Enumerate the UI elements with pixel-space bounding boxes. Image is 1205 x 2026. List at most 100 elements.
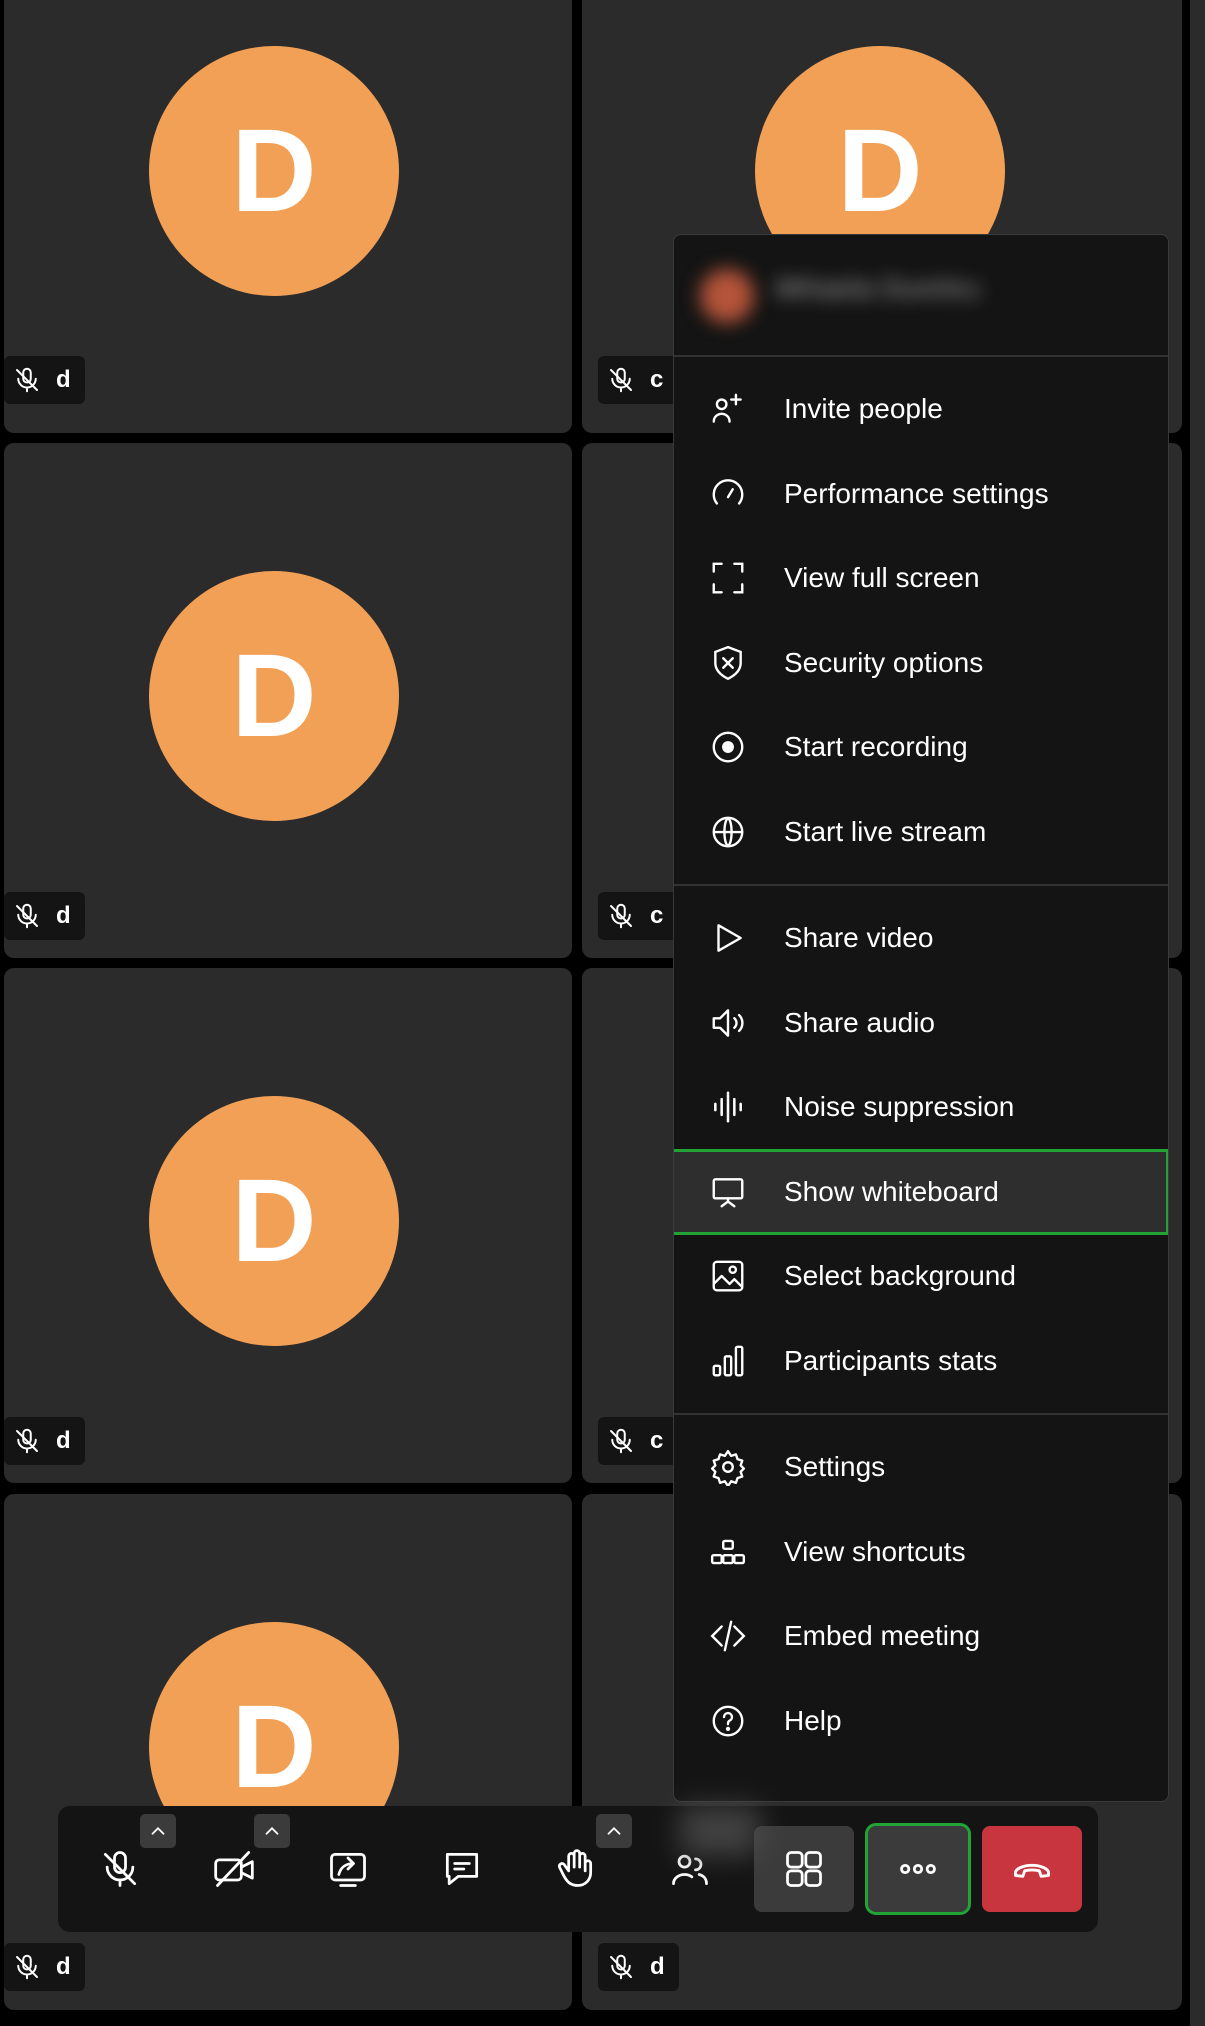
more-actions-menu: Mihaela Dumitru Invite people Performanc… [673,234,1169,1802]
menu-item-share-video[interactable]: Share video [674,896,1168,981]
mic-muted-icon [103,1851,137,1887]
menu-item-show-whiteboard[interactable]: Show whiteboard [674,1148,1168,1235]
menu-item-noise-suppression[interactable]: Noise suppression [674,1065,1168,1150]
avatar-letter: D [231,630,317,762]
participant-name: d [650,1953,665,1980]
invite-people-icon [708,389,748,429]
menu-item-share-audio[interactable]: Share audio [674,981,1168,1066]
menu-item-invite-people[interactable]: Invite people [674,367,1168,452]
share-screen-button[interactable] [298,1826,398,1912]
avatar-letter: D [231,105,317,237]
participant-name: d [56,1953,71,1980]
record-icon [708,727,748,767]
name-tag: d [4,1417,85,1465]
blurred-overlay [680,1806,760,1856]
mic-muted-icon [610,1954,632,1980]
play-icon [708,918,748,958]
profile-avatar [700,269,754,323]
menu-group: Settings View shortcuts Embed meeting He… [674,1415,1168,1773]
menu-item-start-recording[interactable]: Start recording [674,705,1168,790]
menu-item-participants-stats[interactable]: Participants stats [674,1319,1168,1404]
participant-tile[interactable]: D d [4,968,572,1483]
menu-item-select-background[interactable]: Select background [674,1234,1168,1319]
menu-item-help[interactable]: Help [674,1679,1168,1764]
tile-view-button[interactable] [754,1826,854,1912]
avatar: D [149,571,399,821]
name-tag: c [598,892,678,940]
participant-name: c [650,366,664,393]
participant-name: c [650,902,664,929]
menu-item-label: Invite people [784,393,943,425]
speaker-icon [708,1003,748,1043]
menu-item-label: Start live stream [784,815,987,847]
image-icon [708,1256,748,1296]
menu-item-view-shortcuts[interactable]: View shortcuts [674,1510,1168,1595]
hand-icon [558,1849,593,1887]
avatar-letter: D [837,105,923,237]
menu-item-label: Security options [784,646,984,678]
participant-tile[interactable]: D d [4,0,572,433]
menu-item-label: Select background [784,1260,1016,1292]
name-tag: c [598,356,678,404]
hang-up-icon [1014,1863,1050,1878]
name-tag: d [4,1943,85,1991]
menu-item-label: Share audio [784,1006,936,1038]
avatar: D [149,46,399,296]
avatar-letter: D [231,1155,317,1287]
code-icon [708,1616,748,1656]
mic-muted-icon [16,1954,38,1980]
microphone-options-button[interactable] [140,1814,176,1848]
menu-item-label: Participants stats [784,1344,998,1376]
menu-group: Share video Share audio Noise suppressio… [674,886,1168,1415]
menu-profile[interactable]: Mihaela Dumitru [674,235,1168,357]
shortcuts-icon [708,1532,748,1572]
more-dots-icon [900,1863,936,1875]
menu-item-settings[interactable]: Settings [674,1425,1168,1510]
chevron-up-icon [607,1826,621,1835]
menu-item-label: Start recording [784,731,968,763]
menu-item-label: Embed meeting [784,1620,981,1652]
participant-tile[interactable]: D d [4,1494,572,2010]
more-actions-button[interactable] [865,1823,971,1915]
menu-item-label: Help [784,1704,842,1736]
gear-icon [708,1447,748,1487]
menu-item-view-full-screen[interactable]: View full screen [674,536,1168,621]
menu-item-performance-settings[interactable]: Performance settings [674,452,1168,537]
name-tag: c [598,1417,678,1465]
chevron-up-icon [151,1826,165,1835]
share-screen-icon [330,1852,366,1887]
mic-muted-icon [16,903,38,929]
menu-item-label: Share video [784,922,934,954]
mic-muted-icon [610,903,632,929]
reactions-options-button[interactable] [596,1814,632,1848]
mic-muted-icon [610,367,632,393]
menu-item-start-live-stream[interactable]: Start live stream [674,790,1168,875]
mic-muted-icon [610,1428,632,1454]
chat-icon [445,1852,479,1886]
leave-meeting-button[interactable] [982,1826,1082,1912]
participant-name: d [56,1427,71,1454]
menu-item-embed-meeting[interactable]: Embed meeting [674,1594,1168,1679]
grid-icon [786,1851,822,1887]
mic-muted-icon [16,367,38,393]
menu-item-label: Noise suppression [784,1091,1015,1123]
participant-name: c [650,1427,664,1454]
name-tag: d [598,1943,679,1991]
menu-item-label: Settings [784,1451,886,1483]
menu-group: Invite people Performance settings View … [674,357,1168,886]
shield-icon [708,643,748,683]
participant-name: d [56,902,71,929]
camera-off-icon [214,1851,254,1887]
globe-icon [708,812,748,852]
profile-name: Mihaela Dumitru [776,273,981,303]
menu-item-label: Show whiteboard [784,1175,999,1207]
camera-options-button[interactable] [254,1814,290,1848]
menu-item-security-options[interactable]: Security options [674,621,1168,706]
participant-tile[interactable]: D d [4,443,572,958]
menu-item-label: View shortcuts [784,1535,966,1567]
avatar: D [149,1096,399,1346]
fullscreen-icon [708,558,748,598]
chevron-up-icon [265,1826,279,1835]
meeting-toolbar [58,1806,1098,1932]
chat-button[interactable] [412,1826,512,1912]
